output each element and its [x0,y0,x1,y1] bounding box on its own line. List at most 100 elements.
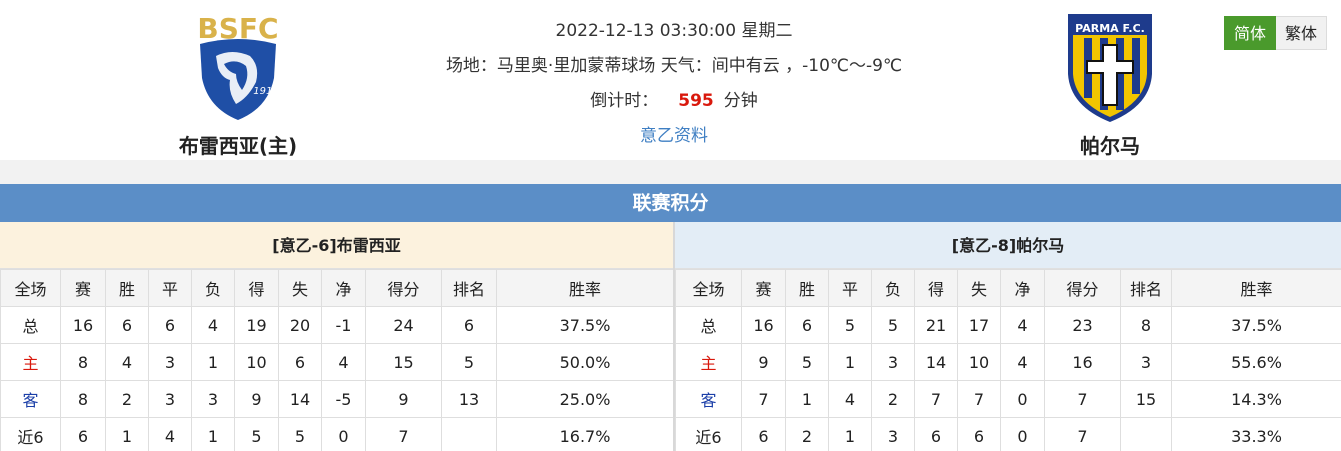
simplified-chinese-button[interactable]: 简体 [1224,16,1277,50]
column-header: 负 [871,269,915,307]
countdown-label: 倒计时： [590,91,659,111]
table-cell: 20 [278,306,322,344]
column-header: 平 [828,269,872,307]
table-cell: 13 [441,380,497,418]
away-standings-title: [意乙-8]帕尔马 [675,222,1341,269]
table-cell: 23 [1044,306,1121,344]
table-cell: 17 [957,306,1001,344]
table-cell: 3 [148,343,192,381]
column-header: 排名 [441,269,497,307]
table-cell: 5 [871,306,915,344]
column-header: 胜率 [496,269,674,307]
table-cell: 8 [60,380,106,418]
table-cell: 4 [148,417,192,451]
table-cell: 4 [1000,306,1045,344]
table-cell: 3 [871,417,915,451]
parma-logo[interactable]: PARMA F.C. [1050,8,1170,126]
match-info: 2022-12-13 03:30:00 星期二 场地：马里奥·里加蒙蒂球场 天气… [400,18,948,158]
table-cell: 1 [105,417,149,451]
table-cell: 6 [914,417,958,451]
league-info-link[interactable]: 意乙资料 [640,126,708,146]
table-cell: 2 [105,380,149,418]
table-cell: 5 [234,417,279,451]
standings-header-row: 全场赛胜平负得失净得分 排名 胜率 [675,269,1341,307]
table-cell: 15 [1120,380,1172,418]
table-cell: 1 [191,417,235,451]
table-cell: 5 [441,343,497,381]
table-cell: 3 [148,380,192,418]
table-cell: 6 [957,417,1001,451]
table-cell: 3 [871,343,915,381]
table-cell: 7 [741,380,786,418]
table-cell: 24 [365,306,442,344]
column-header: 得 [914,269,958,307]
table-cell: 16 [1044,343,1121,381]
venue-weather: 场地：马里奥·里加蒙蒂球场 天气：间中有云 ，-10℃～-9℃ [445,56,903,76]
column-header: 胜 [105,269,149,307]
row-label: 近6 [0,417,61,451]
table-cell: 1 [191,343,235,381]
home-standings-title: [意乙-6]布雷西亚 [0,222,673,269]
table-row: 客 8 2 3 3 9 14 -5 9 13 25.0% [0,380,674,418]
table-cell: 3 [1120,343,1172,381]
table-cell: 10 [234,343,279,381]
table-cell: 2 [871,380,915,418]
table-cell [1120,417,1172,451]
home-team-name[interactable]: 布雷西亚(主) [128,130,348,159]
table-cell: 14 [914,343,958,381]
table-cell: 6 [148,306,192,344]
column-header: 得 [234,269,279,307]
table-cell: 6 [785,306,829,344]
standings-title: 联赛积分 [0,184,1341,222]
row-label: 主 [675,343,742,381]
home-team: BSFC 1911 布雷西亚(主) [128,8,348,159]
column-header: 净 [321,269,366,307]
column-header: 胜率 [1171,269,1341,307]
table-cell: 6 [741,417,786,451]
table-cell: 16 [741,306,786,344]
row-label: 总 [675,306,742,344]
column-header: 胜 [785,269,829,307]
table-cell: 5 [278,417,322,451]
table-cell: 14.3% [1171,380,1341,418]
table-cell: 8 [60,343,106,381]
table-row: 主 8 4 3 1 10 6 4 15 5 50.0% [0,343,674,381]
table-cell: 1 [828,417,872,451]
table-cell: 1 [785,380,829,418]
table-cell: 16.7% [496,417,674,451]
brescia-logo[interactable]: BSFC 1911 [178,8,298,126]
table-row: 近6 6 1 4 1 5 5 0 7 16.7% [0,417,674,451]
countdown: 倒计时： 595 分钟 [400,88,948,123]
column-header: 得分 [365,269,442,307]
match-datetime: 2022-12-13 03:30:00 星期二 [555,21,793,41]
table-row: 主 9 5 1 3 14 10 4 16 3 55.6% [675,343,1341,381]
table-cell: 9 [365,380,442,418]
table-cell: 3 [191,380,235,418]
countdown-value: 595 [678,91,714,111]
table-cell: 0 [1000,380,1045,418]
column-header: 净 [1000,269,1045,307]
table-cell: 14 [278,380,322,418]
table-cell: 4 [191,306,235,344]
column-header: 全场 [0,269,61,307]
table-cell: 2 [785,417,829,451]
table-cell: -5 [321,380,366,418]
row-label: 客 [0,380,61,418]
table-row: 客 7 1 4 2 7 7 0 7 15 14.3% [675,380,1341,418]
table-row: 近6 6 2 1 3 6 6 0 7 33.3% [675,417,1341,451]
away-team-name[interactable]: 帕尔马 [1000,130,1220,159]
traditional-chinese-button[interactable]: 繁体 [1276,16,1328,50]
standings-header-row: 全场赛胜平负得失净得分 排名 胜率 [0,269,674,307]
table-cell: 9 [234,380,279,418]
table-cell: 4 [321,343,366,381]
table-cell: 7 [914,380,958,418]
table-cell: 10 [957,343,1001,381]
row-label: 主 [0,343,61,381]
home-standings-table: 全场赛胜平负得失净得分 排名 胜率总 16 6 6 4 19 20 -1 24 6 37.5% 主 8 4 3 1… [0,269,674,451]
table-cell: 33.3% [1171,417,1341,451]
column-header: 得分 [1044,269,1121,307]
table-cell: 19 [234,306,279,344]
table-cell: 7 [365,417,442,451]
table-cell: 21 [914,306,958,344]
svg-text:PARMA F.C.: PARMA F.C. [1075,22,1145,35]
